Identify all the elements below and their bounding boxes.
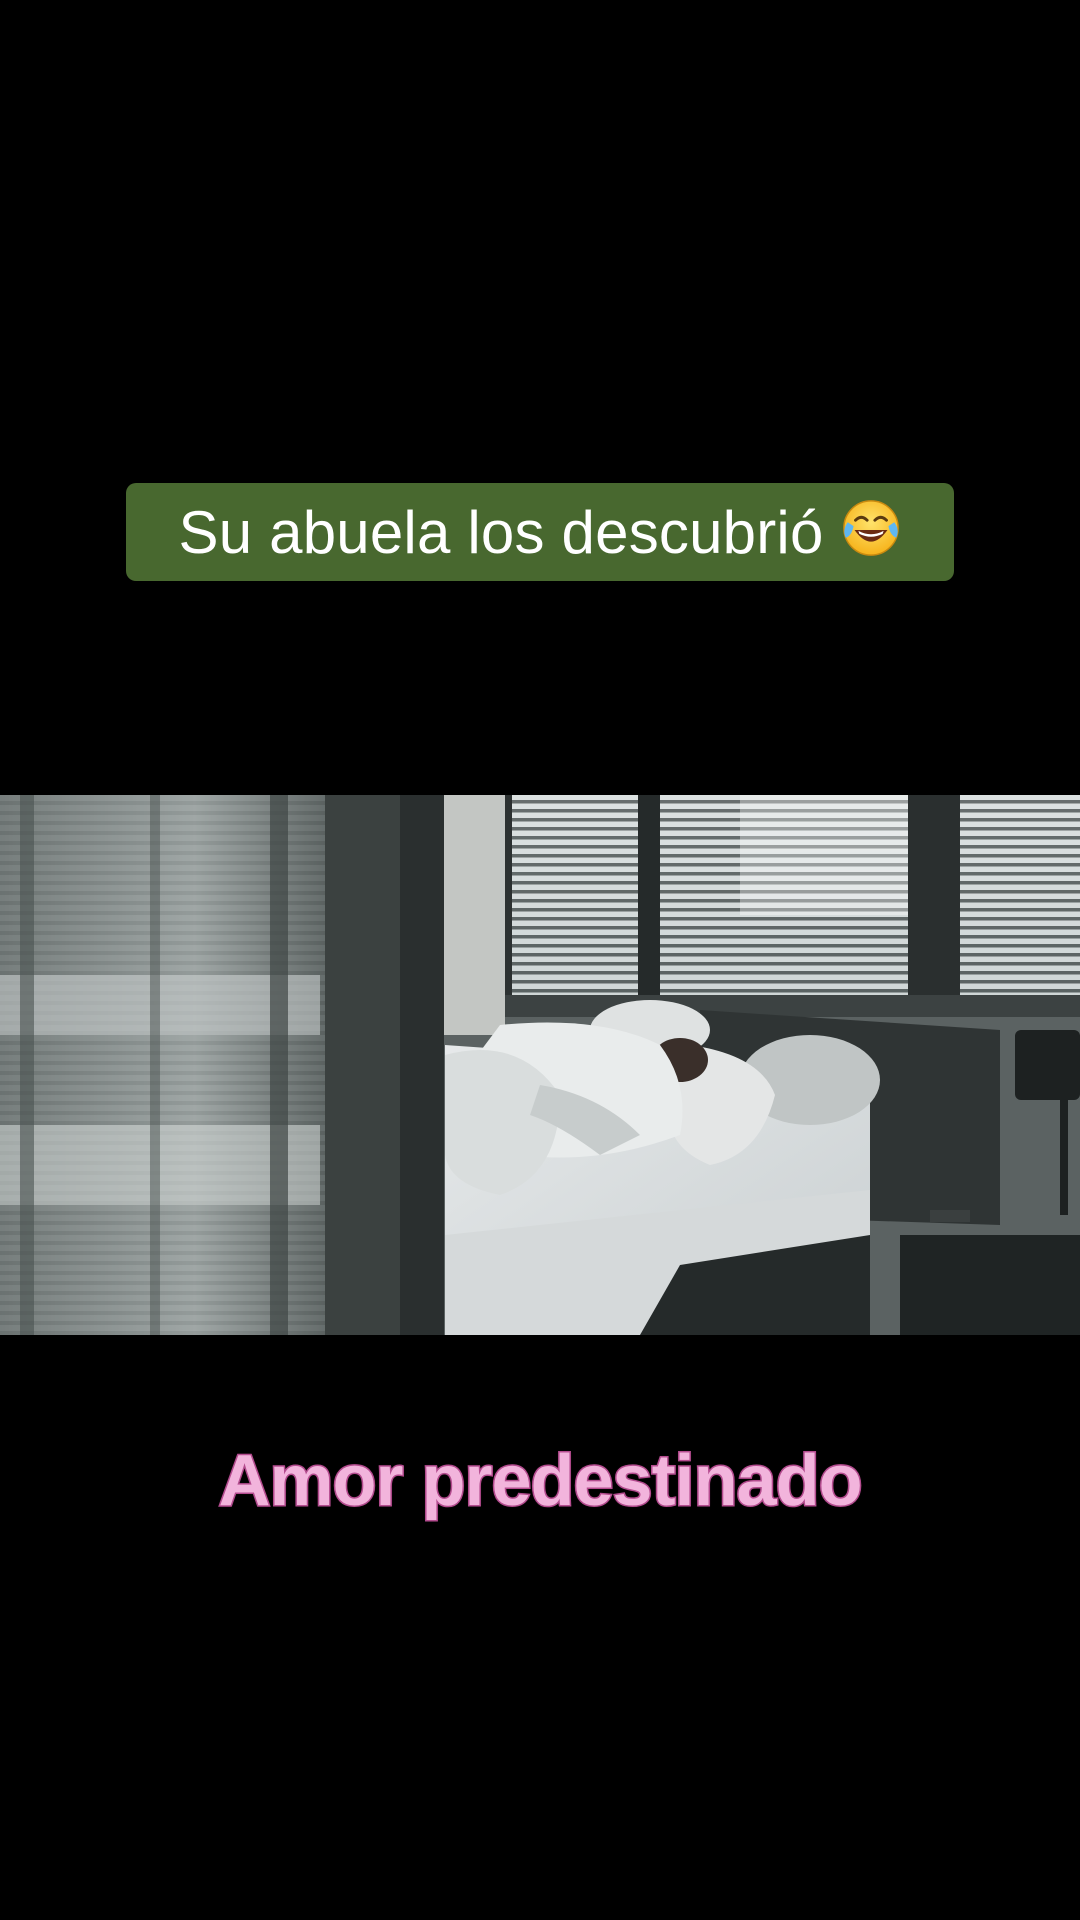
caption-text: Su abuela los descubrió [178,498,824,566]
face-with-tears-of-joy-icon [842,500,899,556]
show-title-overlay: Amor predestinado [217,1440,864,1523]
video-player-frame[interactable] [0,795,1080,1335]
bedroom-scene-image [0,795,1080,1335]
caption-banner: Su abuela los descubrió [126,483,954,581]
